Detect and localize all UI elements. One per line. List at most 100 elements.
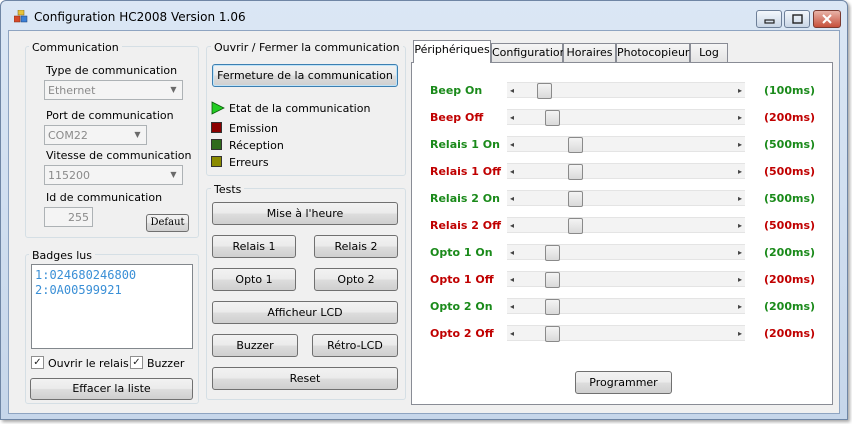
window-title: Configuration HC2008 Version 1.06: [34, 10, 246, 24]
maximize-button[interactable]: [784, 10, 810, 28]
buzzer-button[interactable]: Buzzer: [212, 334, 298, 357]
reception-led: [211, 139, 222, 150]
opto-1-on-label: Opto 1 On: [430, 246, 493, 259]
reception-label: Réception: [229, 139, 284, 152]
speed-label: Vitesse de communication: [46, 149, 192, 162]
opto-2-off-slider[interactable]: ◂ ▸: [507, 325, 745, 342]
reset-button[interactable]: Reset: [212, 367, 398, 390]
scroll-right-icon[interactable]: ▸: [738, 137, 742, 152]
scroll-right-icon[interactable]: ▸: [738, 218, 742, 233]
clear-list-button[interactable]: Effacer la liste: [30, 378, 193, 400]
badges-group-title: Badges lus: [29, 249, 96, 262]
relais-2-on-slider[interactable]: ◂ ▸: [507, 190, 745, 207]
scroll-right-icon[interactable]: ▸: [738, 272, 742, 287]
maximize-icon: [792, 14, 803, 24]
slider-thumb[interactable]: [545, 272, 561, 288]
beep-off-value: (200ms): [764, 111, 816, 124]
slider-thumb[interactable]: [545, 245, 561, 261]
minimize-button[interactable]: [756, 10, 782, 28]
scroll-right-icon[interactable]: ▸: [738, 83, 742, 98]
id-label: Id de communication: [46, 191, 163, 204]
scroll-right-icon[interactable]: ▸: [738, 326, 742, 341]
port-value: COM22: [48, 129, 88, 142]
slider-thumb[interactable]: [568, 164, 584, 180]
slider-thumb[interactable]: [545, 110, 561, 126]
scroll-left-icon[interactable]: ◂: [510, 218, 514, 233]
slider-thumb[interactable]: [568, 218, 584, 234]
scroll-left-icon[interactable]: ◂: [510, 245, 514, 260]
lcd-display-button[interactable]: Afficheur LCD: [212, 301, 398, 324]
close-communication-button[interactable]: Fermeture de la communication: [212, 64, 398, 87]
relais-1-off-label: Relais 1 Off: [430, 165, 502, 178]
speed-select[interactable]: 115200 ▼: [44, 165, 183, 185]
minimize-icon: [764, 19, 775, 24]
scroll-right-icon[interactable]: ▸: [738, 164, 742, 179]
opto-1-off-slider[interactable]: ◂ ▸: [507, 271, 745, 288]
communication-type-value: Ethernet: [48, 84, 96, 97]
communication-type-select[interactable]: Ethernet ▼: [44, 80, 183, 100]
tab-log[interactable]: Log: [690, 43, 728, 62]
open-relay-label: Ouvrir le relais: [48, 357, 129, 370]
tab-peripherals[interactable]: Périphériques: [413, 40, 491, 63]
default-button[interactable]: Defaut: [146, 214, 189, 232]
badge-list[interactable]: 1:024680246800 2:0A00599921: [31, 264, 193, 349]
slider-thumb[interactable]: [545, 299, 561, 315]
close-button[interactable]: [813, 10, 841, 28]
scroll-left-icon[interactable]: ◂: [510, 110, 514, 125]
scroll-left-icon[interactable]: ◂: [510, 272, 514, 287]
relais-1-on-label: Relais 1 On: [430, 138, 500, 151]
tab-configuration[interactable]: Configuration: [491, 43, 567, 62]
relais-1-off-slider[interactable]: ◂ ▸: [507, 163, 745, 180]
opto-1-on-slider[interactable]: ◂ ▸: [507, 244, 745, 261]
program-button[interactable]: Programmer: [575, 371, 672, 394]
relais-2-off-slider[interactable]: ◂ ▸: [507, 217, 745, 234]
scroll-left-icon[interactable]: ◂: [510, 299, 514, 314]
relay-2-button[interactable]: Relais 2: [314, 235, 398, 258]
set-time-button[interactable]: Mise à l'heure: [212, 202, 398, 225]
app-icon: [13, 9, 28, 24]
beep-off-slider[interactable]: ◂ ▸: [507, 109, 745, 126]
slider-thumb[interactable]: [568, 191, 584, 207]
scroll-right-icon[interactable]: ▸: [738, 191, 742, 206]
errors-led: [211, 156, 222, 167]
scroll-left-icon[interactable]: ◂: [510, 137, 514, 152]
tab-photocopier[interactable]: Photocopieur: [616, 43, 690, 62]
slider-thumb[interactable]: [568, 137, 584, 153]
opto-1-off-label: Opto 1 Off: [430, 273, 494, 286]
scroll-right-icon[interactable]: ▸: [738, 299, 742, 314]
buzzer-checkbox[interactable]: ✓: [130, 356, 143, 369]
scroll-left-icon[interactable]: ◂: [510, 191, 514, 206]
tests-group-title: Tests: [211, 183, 245, 196]
status-arrow-icon: [211, 101, 225, 115]
tab-schedules[interactable]: Horaires: [563, 43, 616, 62]
scroll-left-icon[interactable]: ◂: [510, 326, 514, 341]
scroll-right-icon[interactable]: ▸: [738, 110, 742, 125]
open-close-group-title: Ouvrir / Fermer la communication: [211, 41, 403, 54]
relay-1-button[interactable]: Relais 1: [212, 235, 296, 258]
opto-2-on-value: (200ms): [764, 300, 816, 313]
beep-on-slider[interactable]: ◂ ▸: [507, 82, 745, 99]
id-field[interactable]: 255: [44, 207, 93, 227]
speed-value: 115200: [48, 169, 90, 182]
backlight-button[interactable]: Rétro-LCD: [312, 334, 398, 357]
scroll-left-icon[interactable]: ◂: [510, 83, 514, 98]
beep-on-value: (100ms): [764, 84, 816, 97]
scroll-left-icon[interactable]: ◂: [510, 164, 514, 179]
opto-1-off-value: (200ms): [764, 273, 816, 286]
status-label: Etat de la communication: [229, 102, 371, 115]
opto-2-button[interactable]: Opto 2: [314, 268, 398, 291]
port-select[interactable]: COM22 ▼: [44, 125, 147, 145]
buzzer-label: Buzzer: [147, 357, 185, 370]
slider-thumb[interactable]: [545, 326, 561, 342]
communication-group-title: Communication: [29, 41, 122, 54]
emission-led: [211, 122, 222, 133]
port-label: Port de communication: [46, 109, 174, 122]
slider-thumb[interactable]: [537, 83, 553, 99]
relais-1-on-slider[interactable]: ◂ ▸: [507, 136, 745, 153]
emission-label: Emission: [229, 122, 278, 135]
open-relay-checkbox[interactable]: ✓: [31, 356, 44, 369]
opto-1-button[interactable]: Opto 1: [212, 268, 296, 291]
opto-2-on-slider[interactable]: ◂ ▸: [507, 298, 745, 315]
beep-on-label: Beep On: [430, 84, 483, 97]
scroll-right-icon[interactable]: ▸: [738, 245, 742, 260]
